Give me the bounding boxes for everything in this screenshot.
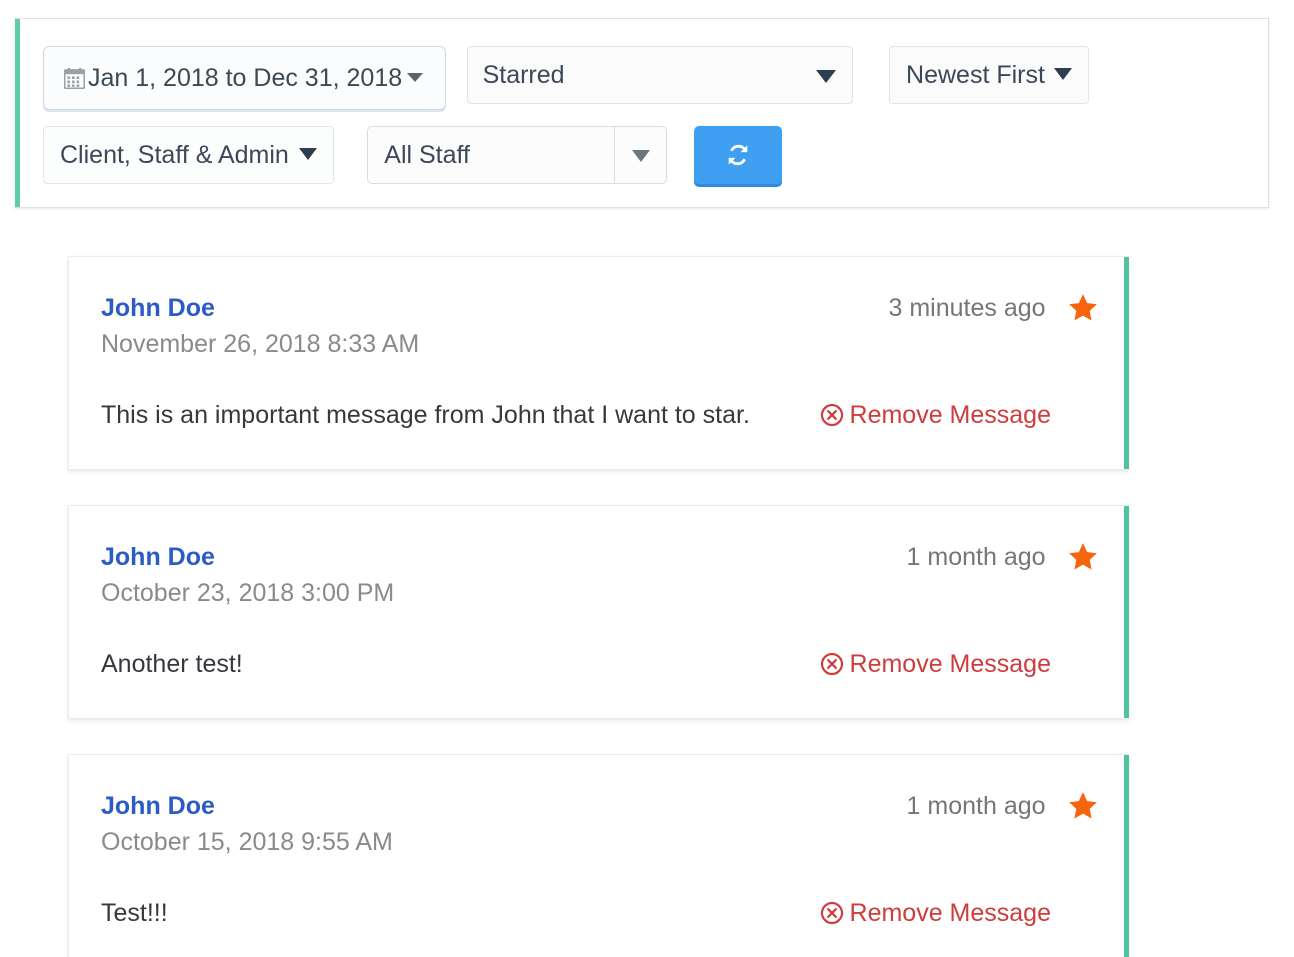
message-text: Test!!! (101, 899, 168, 927)
caret-down-icon (1053, 68, 1072, 80)
message-body-row: Test!!! Remove Message (69, 893, 1129, 933)
star-filled-icon[interactable] (1067, 790, 1099, 822)
remove-message-link[interactable]: Remove Message (820, 395, 1051, 435)
message-date: October 15, 2018 9:55 AM (101, 828, 393, 856)
staff-filter-value: All Staff (384, 141, 470, 169)
remove-message-label: Remove Message (849, 899, 1051, 927)
panel-accent-bar (15, 19, 20, 207)
date-range-picker[interactable]: Jan 1, 2018 to Dec 31, 2018 (43, 46, 447, 110)
star-filled-icon[interactable] (1067, 541, 1099, 573)
remove-message-label: Remove Message (849, 650, 1051, 678)
caret-down-icon (631, 150, 650, 162)
role-filter-value: Client, Staff & Admin (60, 141, 289, 169)
messages-page: Jan 1, 2018 to Dec 31, 2018 Starred Newe… (0, 0, 1294, 957)
sort-order-select[interactable]: Newest First (889, 46, 1089, 104)
message-card: John Doe November 26, 2018 8:33 AM 3 min… (68, 256, 1129, 470)
message-relative-time: 1 month ago (906, 792, 1046, 820)
message-header: John Doe October 15, 2018 9:55 AM 1 mont… (69, 789, 1129, 867)
message-text: This is an important message from John t… (101, 401, 750, 429)
caret-down-icon (298, 148, 317, 160)
caret-down-icon (407, 73, 424, 82)
filter-row-primary: Jan 1, 2018 to Dec 31, 2018 Starred Newe… (43, 46, 1089, 110)
message-meta: 1 month ago (907, 789, 1099, 823)
staff-filter-select[interactable]: All Staff (367, 126, 668, 184)
caret-down-icon (815, 70, 836, 83)
message-meta: 3 minutes ago (889, 291, 1100, 325)
times-circle-icon (820, 648, 844, 676)
message-card: John Doe October 23, 2018 3:00 PM 1 mont… (68, 505, 1129, 719)
message-list: John Doe November 26, 2018 8:33 AM 3 min… (68, 256, 1129, 957)
filter-row-secondary: Client, Staff & Admin All Staff (43, 126, 782, 184)
remove-message-link[interactable]: Remove Message (820, 644, 1051, 684)
message-text: Another test! (101, 650, 243, 678)
message-date: October 23, 2018 3:00 PM (101, 579, 395, 607)
filter-toolbar-panel: Jan 1, 2018 to Dec 31, 2018 Starred Newe… (15, 18, 1269, 208)
sort-order-value: Newest First (906, 61, 1045, 89)
star-filled-icon[interactable] (1067, 292, 1099, 324)
starred-filter-select[interactable]: Starred (466, 46, 853, 104)
message-header: John Doe November 26, 2018 8:33 AM 3 min… (69, 291, 1129, 369)
times-circle-icon (820, 399, 844, 427)
refresh-icon (728, 144, 748, 166)
date-range-label: Jan 1, 2018 to Dec 31, 2018 (88, 64, 403, 92)
message-relative-time: 1 month ago (906, 543, 1046, 571)
message-meta: 1 month ago (907, 540, 1099, 574)
refresh-button[interactable] (693, 126, 782, 184)
message-body-row: Another test! Remove Message (69, 644, 1129, 684)
message-date: November 26, 2018 8:33 AM (101, 330, 420, 358)
message-card: John Doe October 15, 2018 9:55 AM 1 mont… (68, 754, 1129, 957)
role-filter-select[interactable]: Client, Staff & Admin (43, 126, 334, 184)
message-body-row: This is an important message from John t… (69, 395, 1129, 435)
remove-message-link[interactable]: Remove Message (820, 893, 1051, 933)
message-header: John Doe October 23, 2018 3:00 PM 1 mont… (69, 540, 1129, 618)
message-relative-time: 3 minutes ago (888, 294, 1046, 322)
times-circle-icon (820, 897, 844, 925)
remove-message-label: Remove Message (849, 401, 1051, 429)
staff-filter-caret-button[interactable] (614, 127, 666, 183)
starred-filter-value: Starred (482, 61, 565, 89)
calendar-icon (63, 50, 86, 90)
